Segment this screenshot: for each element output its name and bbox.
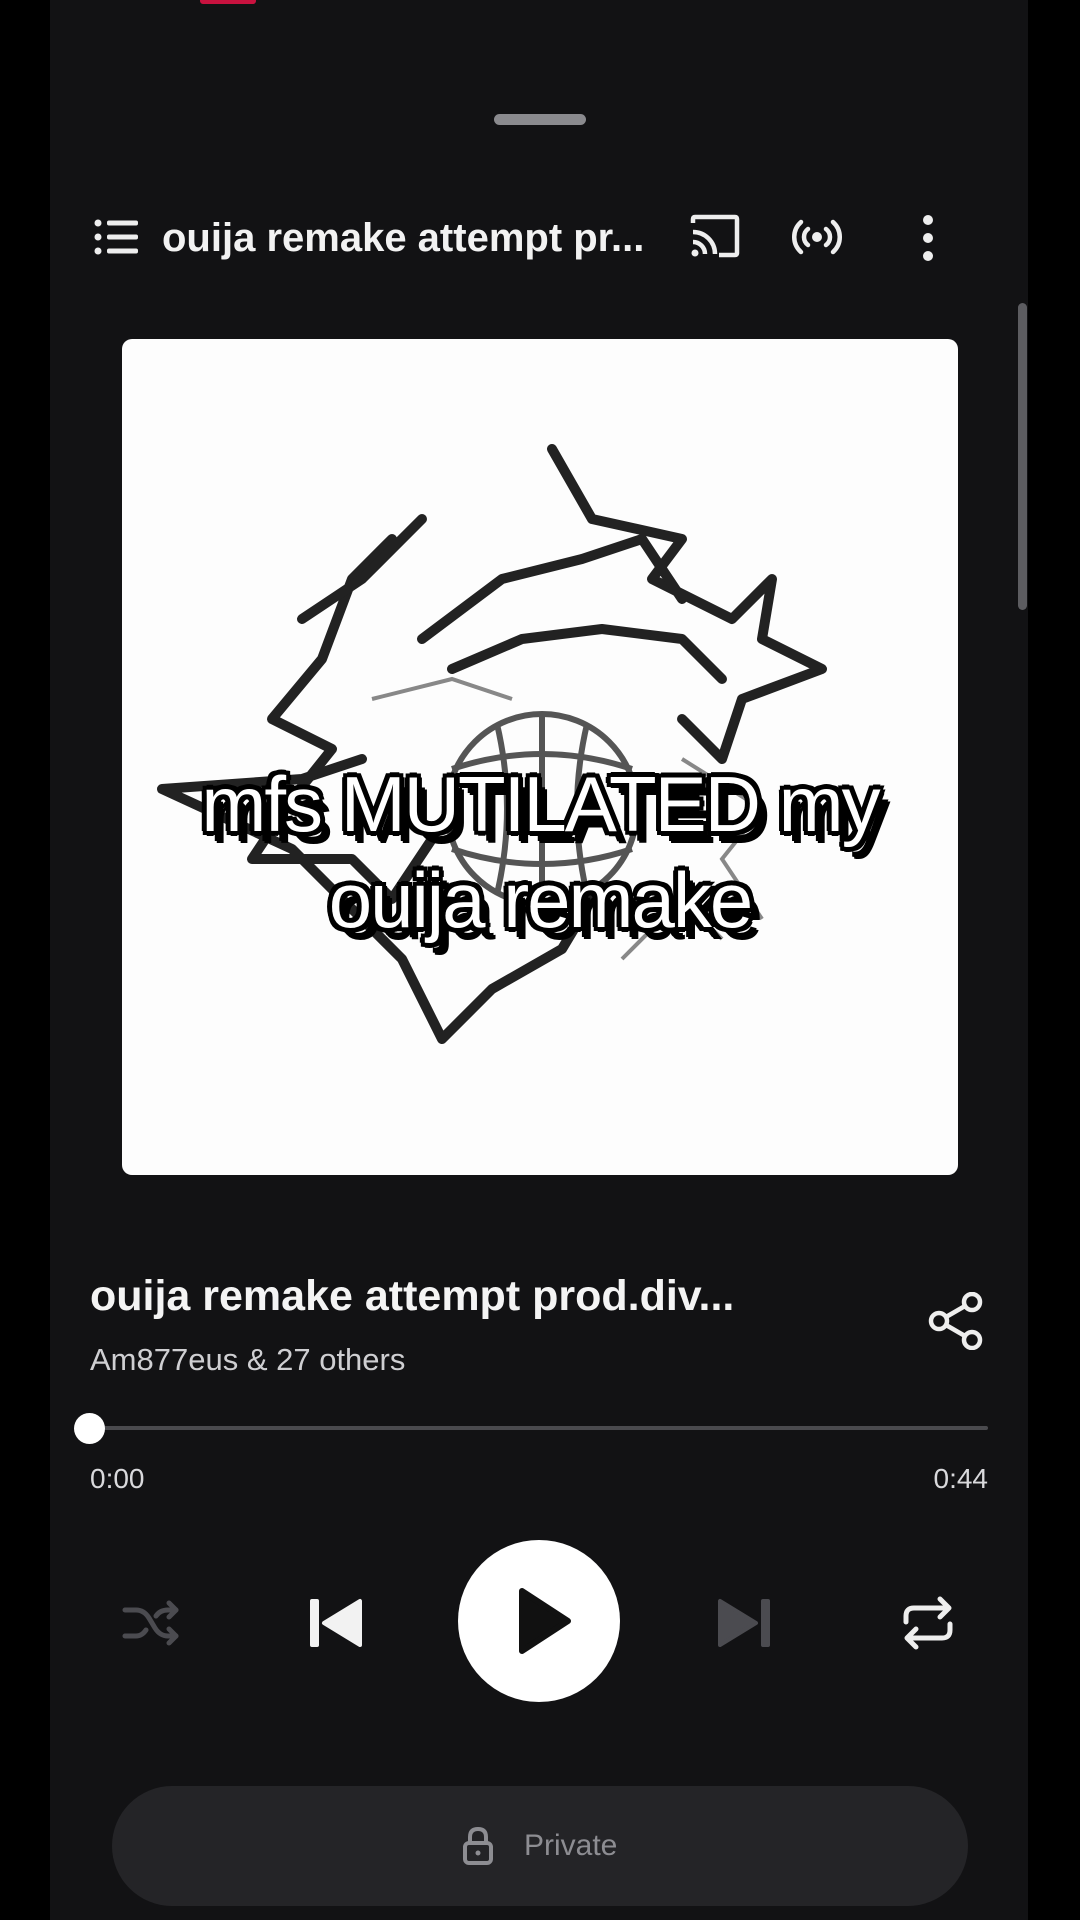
song-artist[interactable]: Am877eus & 27 others: [90, 1340, 790, 1380]
overlay-caption-line2: ouija remake: [328, 856, 754, 944]
list-icon[interactable]: [94, 218, 138, 256]
broadcast-icon[interactable]: [791, 218, 843, 256]
scrollbar[interactable]: [1018, 303, 1027, 610]
top-accent-bar: [200, 0, 256, 4]
progress-track[interactable]: [90, 1426, 988, 1430]
skip-next-icon[interactable]: [718, 1597, 772, 1649]
skip-previous-icon[interactable]: [308, 1597, 362, 1649]
current-time: 0:00: [90, 1463, 145, 1494]
more-vertical-icon[interactable]: [920, 214, 936, 262]
overlay-caption-line1: mfs MUTILATED my: [201, 760, 880, 848]
total-time: 0:44: [933, 1463, 989, 1494]
share-icon[interactable]: [928, 1292, 984, 1350]
repeat-icon[interactable]: [900, 1596, 956, 1650]
overlay-caption: mfs MUTILATED my ouija remake: [80, 756, 1000, 948]
drag-handle[interactable]: [494, 114, 586, 125]
cast-icon[interactable]: [690, 214, 740, 258]
progress-knob[interactable]: [74, 1413, 105, 1444]
play-button[interactable]: [458, 1540, 620, 1702]
shuffle-icon[interactable]: [122, 1600, 180, 1646]
header-track-title: ouija remake attempt pr...: [162, 216, 645, 260]
lock-icon: [463, 1826, 493, 1865]
play-icon: [519, 1588, 571, 1654]
privacy-label: Private: [524, 1829, 618, 1862]
song-title[interactable]: ouija remake attempt prod.div...: [90, 1268, 870, 1324]
